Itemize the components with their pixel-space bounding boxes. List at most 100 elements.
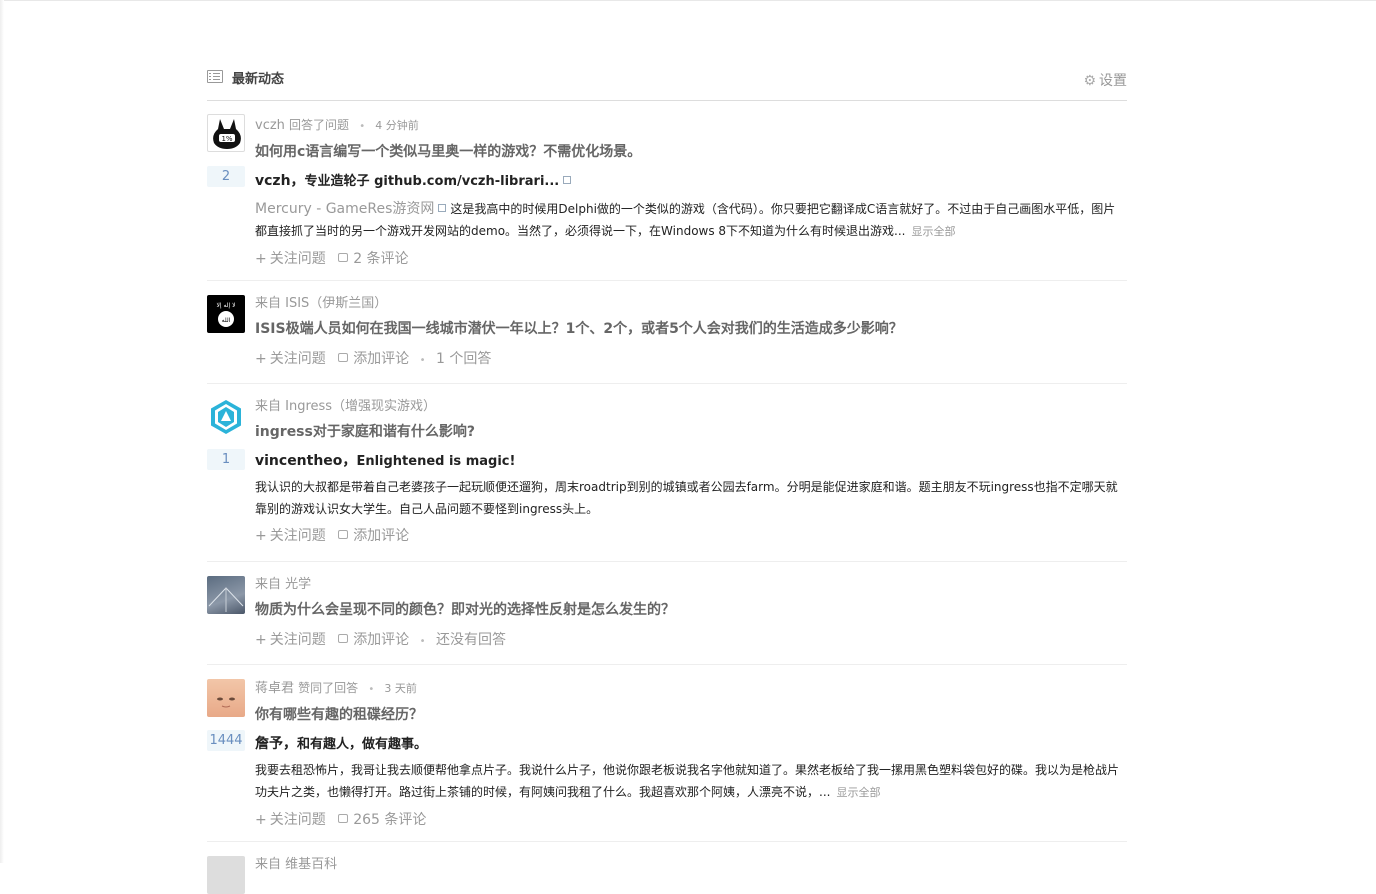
summary-text: 我要去租恐怖片，我哥让我去顺便帮他拿点片子。我说什么片子，他说你跟老板说我名字他… [255, 763, 1120, 799]
external-link-icon[interactable] [438, 204, 447, 212]
question-title[interactable]: 物质为什么会呈现不同的颜色？即对光的选择性反射是怎么发生的？ [255, 600, 1127, 620]
comment-label: 添加评论 [353, 632, 410, 648]
gear-icon: ⚙ [1083, 73, 1096, 89]
answerer-bio: 专业造轮子 github.com/vczh-librari... [304, 174, 560, 189]
feed-item: 来自 维基百科 [207, 842, 1127, 894]
feed-item: 1 来自 Ingress（增强现实游戏） ingress对于家庭和谐有什么影响?… [207, 384, 1127, 562]
answerer-bio: Enlightened is magic! [356, 454, 516, 469]
avatar[interactable] [207, 856, 245, 894]
answer-summary[interactable]: Mercury - GameRes游资网 这是我高中的时候用Delphi做的一个类… [255, 198, 1127, 243]
follow-label: 关注问题 [269, 632, 326, 648]
separator-dot: • [419, 355, 426, 366]
answer-summary[interactable]: 我要去租恐怖片，我哥让我去顺便帮他拿点片子。我说什么片子，他说你跟老板说我名字他… [255, 759, 1127, 804]
item-action: 回答了问题 [289, 118, 350, 132]
comment-bubble-icon [338, 353, 349, 362]
avatar[interactable] [207, 679, 245, 717]
feed-item: 来自 光学 物质为什么会呈现不同的颜色？即对光的选择性反射是怎么发生的？ + 关注… [207, 562, 1127, 665]
item-actions: + 关注问题 2 条评论 [255, 249, 1127, 269]
item-meta[interactable]: 来自 维基百科 [255, 856, 1127, 874]
feed-item: 1444 蒋卓君 赞同了回答 • 3 天前 你有哪些有趣的租碟经历？ 詹予，和有… [207, 665, 1127, 842]
follow-question-button[interactable]: + 关注问题 [255, 528, 326, 544]
plus-icon: + [255, 351, 267, 367]
item-content: 来自 Ingress（增强现实游戏） ingress对于家庭和谐有什么影响? v… [255, 384, 1127, 546]
answerer-bio: 和有趣人，做有趣事。 [297, 737, 428, 752]
item-content: 蒋卓君 赞同了回答 • 3 天前 你有哪些有趣的租碟经历？ 詹予，和有趣人，做有… [255, 665, 1127, 830]
item-meta: 蒋卓君 赞同了回答 • 3 天前 [255, 679, 1127, 699]
top-border [0, 0, 1376, 1]
comment-bubble-icon [338, 634, 349, 643]
plus-icon: + [255, 632, 267, 648]
svg-text:لا إله إلا: لا إله إلا [216, 302, 235, 309]
item-content: 来自 光学 物质为什么会呈现不同的颜色？即对光的选择性反射是怎么发生的？ + 关注… [255, 562, 1127, 652]
follow-question-button[interactable]: + 关注问题 [255, 632, 326, 648]
feed: 最新动态 ⚙ 设置 1% 2 vczh 回答了问题 • 4 分钟前 如何用c语言编… [207, 62, 1127, 894]
svg-text:1%: 1% [221, 135, 232, 143]
settings-button[interactable]: ⚙ 设置 [1083, 70, 1127, 90]
settings-label: 设置 [1099, 73, 1127, 89]
comment-button[interactable]: 2 条评论 [338, 251, 409, 267]
item-meta[interactable]: 来自 光学 [255, 576, 1127, 594]
vote-count[interactable]: 2 [207, 166, 245, 187]
comment-bubble-icon [338, 814, 349, 823]
answerer-name[interactable]: 詹予， [255, 736, 297, 752]
avatar[interactable] [207, 398, 245, 436]
comment-label: 添加评论 [353, 351, 410, 367]
timestamp[interactable]: 4 分钟前 [375, 119, 419, 132]
user-link[interactable]: vczh [255, 118, 285, 133]
answer-author: vincentheo，Enlightened is magic! [255, 451, 1127, 472]
answerer-name[interactable]: vincentheo， [255, 453, 356, 469]
item-meta[interactable]: 来自 Ingress（增强现实游戏） [255, 398, 1127, 416]
comment-bubble-icon [338, 530, 349, 539]
item-action: 赞同了回答 [298, 681, 359, 695]
avatar[interactable]: لا إله إلا الله [207, 295, 245, 333]
plus-icon: + [255, 812, 267, 828]
feed-header: 最新动态 ⚙ 设置 [207, 62, 1127, 101]
feed-item: لا إله إلا الله 来自 ISIS（伊斯兰国） ISIS极端人员如何… [207, 281, 1127, 384]
vote-count[interactable]: 1 [207, 449, 245, 470]
item-content: 来自 维基百科 [255, 842, 1127, 874]
separator-dot: • [359, 121, 366, 132]
comment-button[interactable]: 添加评论 [338, 632, 409, 648]
avatar[interactable]: 1% [207, 114, 245, 152]
answer-summary[interactable]: 我认识的大叔都是带着自己老婆孩子一起玩顺便还遛狗，周末roadtrip到别的城镇… [255, 476, 1127, 520]
item-meta: vczh 回答了问题 • 4 分钟前 [255, 116, 1127, 136]
item-actions: + 关注问题 添加评论 • 还没有回答 [255, 630, 1127, 652]
item-actions: + 关注问题 添加评论 • 1 个回答 [255, 349, 1127, 371]
timestamp[interactable]: 3 天前 [384, 682, 417, 695]
follow-question-button[interactable]: + 关注问题 [255, 812, 326, 828]
answer-author: 詹予，和有趣人，做有趣事。 [255, 734, 1127, 755]
follow-label: 关注问题 [269, 251, 326, 267]
source-link[interactable]: Mercury - GameRes游资网 [255, 201, 434, 217]
follow-question-button[interactable]: + 关注问题 [255, 351, 326, 367]
item-content: 来自 ISIS（伊斯兰国） ISIS极端人员如何在我国一线城市潜伏一年以上？1个… [255, 281, 1127, 371]
plus-icon: + [255, 251, 267, 267]
avatar[interactable] [207, 576, 245, 614]
show-all-link[interactable]: 显示全部 [836, 786, 880, 799]
item-actions: + 关注问题 265 条评论 [255, 810, 1127, 830]
answer-count-link[interactable]: 还没有回答 [436, 632, 506, 648]
feed-title: 最新动态 [232, 72, 285, 87]
vote-count[interactable]: 1444 [207, 730, 245, 751]
answer-count-link[interactable]: 1 个回答 [436, 351, 491, 367]
user-link[interactable]: 蒋卓君 [255, 681, 294, 696]
follow-question-button[interactable]: + 关注问题 [255, 251, 326, 267]
follow-label: 关注问题 [269, 528, 326, 544]
question-title[interactable]: 如何用c语言编写一个类似马里奥一样的游戏？不需优化场景。 [255, 142, 1127, 162]
comment-bubble-icon [338, 253, 349, 262]
question-title[interactable]: 你有哪些有趣的租碟经历？ [255, 705, 1127, 725]
separator-dot: • [368, 684, 375, 695]
show-all-link[interactable]: 显示全部 [912, 225, 956, 238]
comment-label: 265 条评论 [353, 812, 427, 828]
comment-button[interactable]: 添加评论 [338, 351, 409, 367]
comment-label: 添加评论 [353, 528, 410, 544]
external-link-icon[interactable] [563, 176, 572, 184]
comment-button[interactable]: 添加评论 [338, 528, 409, 544]
item-meta[interactable]: 来自 ISIS（伊斯兰国） [255, 295, 1127, 313]
question-title[interactable]: ingress对于家庭和谐有什么影响? [255, 422, 1127, 442]
comment-button[interactable]: 265 条评论 [338, 812, 426, 828]
answer-author: vczh，专业造轮子 github.com/vczh-librari... [255, 171, 1127, 192]
answerer-name[interactable]: vczh， [255, 173, 305, 189]
question-title[interactable]: ISIS极端人员如何在我国一线城市潜伏一年以上？1个、2个，或者5个人会对我们的… [255, 319, 1127, 339]
separator-dot: • [419, 636, 426, 647]
follow-label: 关注问题 [269, 351, 326, 367]
